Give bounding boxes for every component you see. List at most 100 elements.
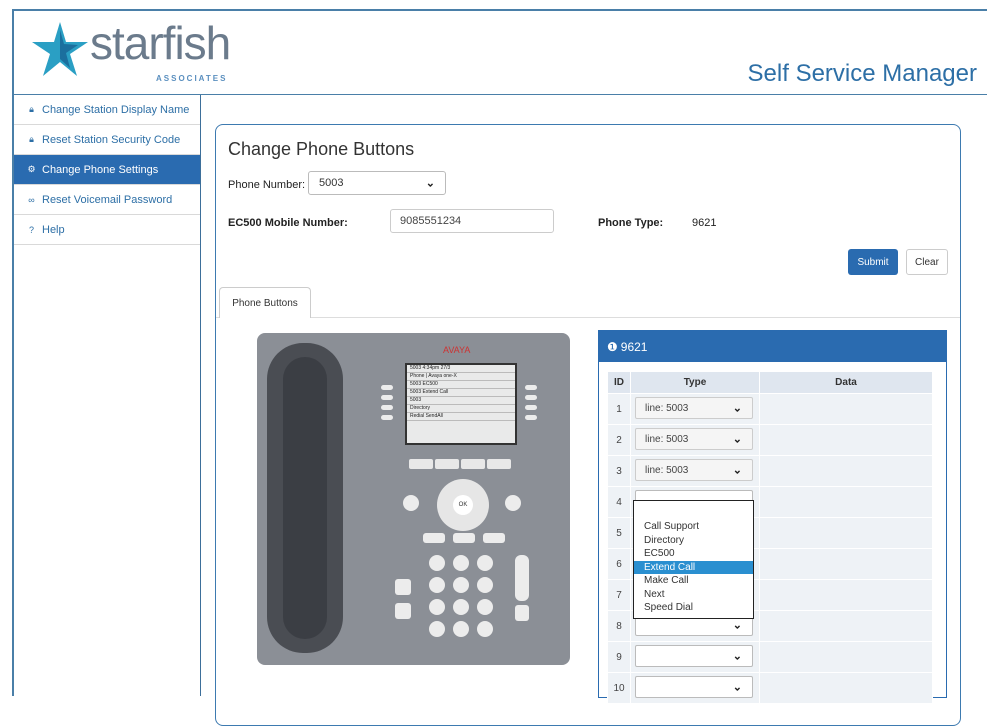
type-value: line: 5003: [645, 433, 689, 445]
voicemail-icon: ∞: [28, 194, 35, 205]
chevron-down-icon: ⌄: [732, 681, 742, 694]
row-id: 2: [607, 424, 631, 456]
type-select[interactable]: line: 5003 ⌄: [635, 428, 753, 450]
sidebar-item-label: Reset Voicemail Password: [42, 193, 173, 206]
sidebar-item-label: Change Station Display Name: [42, 103, 190, 116]
tab-divider: [216, 317, 960, 318]
lock-icon: 🔒︎: [29, 134, 34, 144]
row-id: 8: [607, 610, 631, 642]
phone-number-value: 5003: [319, 177, 344, 189]
info-icon: ❶: [607, 339, 618, 354]
type-select[interactable]: line: 5003 ⌄: [635, 397, 753, 419]
dropdown-option[interactable]: Directory: [634, 534, 753, 548]
dropdown-option[interactable]: EC500: [634, 547, 753, 561]
screen-line: 5003 4:34pm 27/3: [407, 365, 515, 373]
chevron-down-icon: ⌄: [425, 177, 435, 190]
row-id: 3: [607, 455, 631, 487]
phone-screen: 5003 4:34pm 27/3 Phone | Avaya one-X 500…: [405, 363, 517, 445]
row-id: 7: [607, 579, 631, 611]
page-title: Change Phone Buttons: [228, 139, 415, 159]
chevron-down-icon: ⌄: [732, 464, 742, 477]
dropdown-option[interactable]: Call Support: [634, 520, 753, 534]
starfish-logo: starfish ASSOCIATES: [30, 17, 231, 86]
dropdown-option[interactable]: Make Call: [634, 574, 753, 588]
sidebar-item-change-display-name[interactable]: 🔒︎ Change Station Display Name: [14, 95, 200, 125]
type-value: line: 5003: [645, 464, 689, 476]
type-select[interactable]: line: 5003 ⌄: [635, 459, 753, 481]
column-header-id: ID: [607, 371, 631, 394]
dropdown-option[interactable]: Speed Dial: [634, 601, 753, 615]
starfish-icon: [32, 22, 88, 76]
type-select[interactable]: ⌄: [635, 645, 753, 667]
screen-line: Directory: [407, 405, 515, 413]
row-id: 1: [607, 393, 631, 425]
data-cell[interactable]: [759, 610, 933, 642]
ec500-label: EC500 Mobile Number:: [228, 217, 348, 229]
screen-line: Phone | Avaya one-X: [407, 373, 515, 381]
table-row: 1 line: 5003 ⌄: [607, 393, 933, 425]
table-row: 2 line: 5003 ⌄: [607, 424, 933, 456]
data-cell[interactable]: [759, 424, 933, 456]
phone-type-value: 9621: [692, 217, 717, 229]
chevron-down-icon: ⌄: [732, 619, 742, 632]
logo-wordmark: starfish: [90, 17, 231, 69]
table-row: 3 line: 5003 ⌄: [607, 455, 933, 487]
buttons-panel-title: 9621: [620, 339, 648, 354]
submit-button[interactable]: Submit: [848, 249, 898, 275]
dropdown-option-selected[interactable]: Extend Call: [634, 560, 753, 574]
sidebar-item-label: Change Phone Settings: [42, 163, 159, 176]
data-cell[interactable]: [759, 548, 933, 580]
chevron-down-icon: ⌄: [732, 433, 742, 446]
gear-icon: ⚙: [27, 164, 36, 174]
phone-image: AVAYA 5003 4:34pm 27/3 Phone | Avaya one…: [257, 333, 570, 665]
data-cell[interactable]: [759, 517, 933, 549]
table-row: 10 ⌄: [607, 672, 933, 704]
data-cell[interactable]: [759, 455, 933, 487]
dropdown-option[interactable]: Next: [634, 588, 753, 602]
clear-button[interactable]: Clear: [906, 249, 948, 275]
ok-key: OK: [453, 495, 473, 515]
row-id: 9: [607, 641, 631, 673]
screen-line: 5003 EC500: [407, 381, 515, 389]
table-row: 9 ⌄: [607, 641, 933, 673]
sidebar: 🔒︎ Change Station Display Name 🔒︎ Reset …: [14, 95, 201, 696]
help-icon: ?: [28, 224, 34, 235]
column-header-data: Data: [759, 371, 933, 394]
sidebar-item-reset-voicemail[interactable]: ∞ Reset Voicemail Password: [14, 185, 200, 215]
lock-icon: 🔒︎: [29, 104, 34, 114]
sidebar-item-change-phone-settings[interactable]: ⚙ Change Phone Settings: [14, 155, 200, 185]
row-id: 4: [607, 486, 631, 518]
screen-line: 5003 Extend Call: [407, 389, 515, 397]
top-border: [12, 9, 987, 11]
phone-type-label: Phone Type:: [598, 217, 664, 229]
sidebar-item-help[interactable]: ? Help: [14, 215, 200, 245]
phone-number-select[interactable]: 5003 ⌄: [308, 171, 446, 195]
data-cell[interactable]: [759, 579, 933, 611]
row-id: 6: [607, 548, 631, 580]
row-id: 5: [607, 517, 631, 549]
data-cell[interactable]: [759, 393, 933, 425]
sidebar-item-label: Reset Station Security Code: [42, 133, 181, 146]
row-id: 10: [607, 672, 631, 704]
phone-brand-label: AVAYA: [443, 345, 471, 355]
screen-line: Redial SendAll: [407, 413, 515, 421]
handset: [267, 343, 343, 653]
data-cell[interactable]: [759, 641, 933, 673]
screen-line: 5003: [407, 397, 515, 405]
ec500-input[interactable]: 9085551234: [390, 209, 554, 233]
type-dropdown-menu: Call Support Directory EC500 Extend Call…: [633, 500, 754, 619]
chevron-down-icon: ⌄: [732, 402, 742, 415]
column-header-type: Type: [630, 371, 760, 394]
data-cell[interactable]: [759, 672, 933, 704]
logo-subtitle: ASSOCIATES: [156, 74, 228, 83]
buttons-panel-header: ❶ 9621: [599, 331, 946, 362]
app-title: Self Service Manager: [747, 60, 977, 87]
sidebar-item-reset-security-code[interactable]: 🔒︎ Reset Station Security Code: [14, 125, 200, 155]
type-value: line: 5003: [645, 402, 689, 414]
sidebar-item-label: Help: [42, 223, 65, 236]
chevron-down-icon: ⌄: [732, 650, 742, 663]
data-cell[interactable]: [759, 486, 933, 518]
tab-phone-buttons[interactable]: Phone Buttons: [219, 287, 311, 318]
phone-number-label: Phone Number:: [228, 179, 306, 191]
type-select[interactable]: ⌄: [635, 676, 753, 698]
